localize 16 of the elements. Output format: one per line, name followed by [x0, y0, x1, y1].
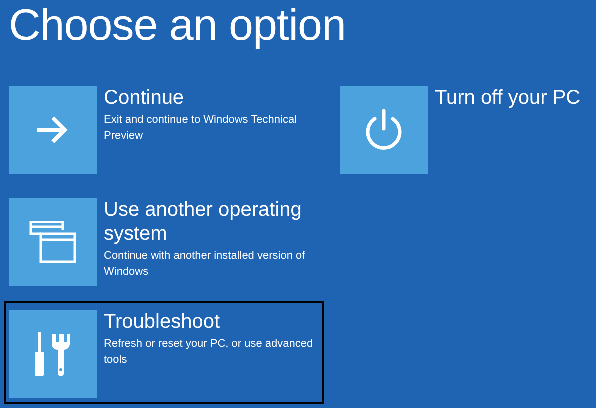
windows-icon [28, 221, 78, 263]
option-label: Use another operating system [104, 198, 303, 246]
option-item[interactable]: Turn off your PC [335, 77, 589, 180]
option-description: Exit and continue to Windows Technical Preview [104, 113, 298, 144]
option-item[interactable]: Use another operating system Continue with another installed version of Windows [4, 189, 324, 292]
option-label: Troubleshoot [104, 310, 221, 334]
option-description: Refresh or reset your PC, or use advanced tools [104, 337, 314, 368]
option-item[interactable]: Continue Exit and continue to Windows Technical Preview [4, 77, 324, 180]
option-description: Continue with another installed version of Windows [104, 249, 306, 280]
arrow-icon [37, 116, 69, 144]
option-label: Continue [104, 86, 186, 110]
power-icon [364, 109, 404, 151]
page-title: Choose an option [9, 0, 347, 52]
tools-icon [35, 332, 71, 376]
option-label: Turn off your PC [435, 86, 581, 110]
option-item[interactable]: Troubleshoot Refresh or reset your PC, or use advanced tools [4, 301, 324, 404]
